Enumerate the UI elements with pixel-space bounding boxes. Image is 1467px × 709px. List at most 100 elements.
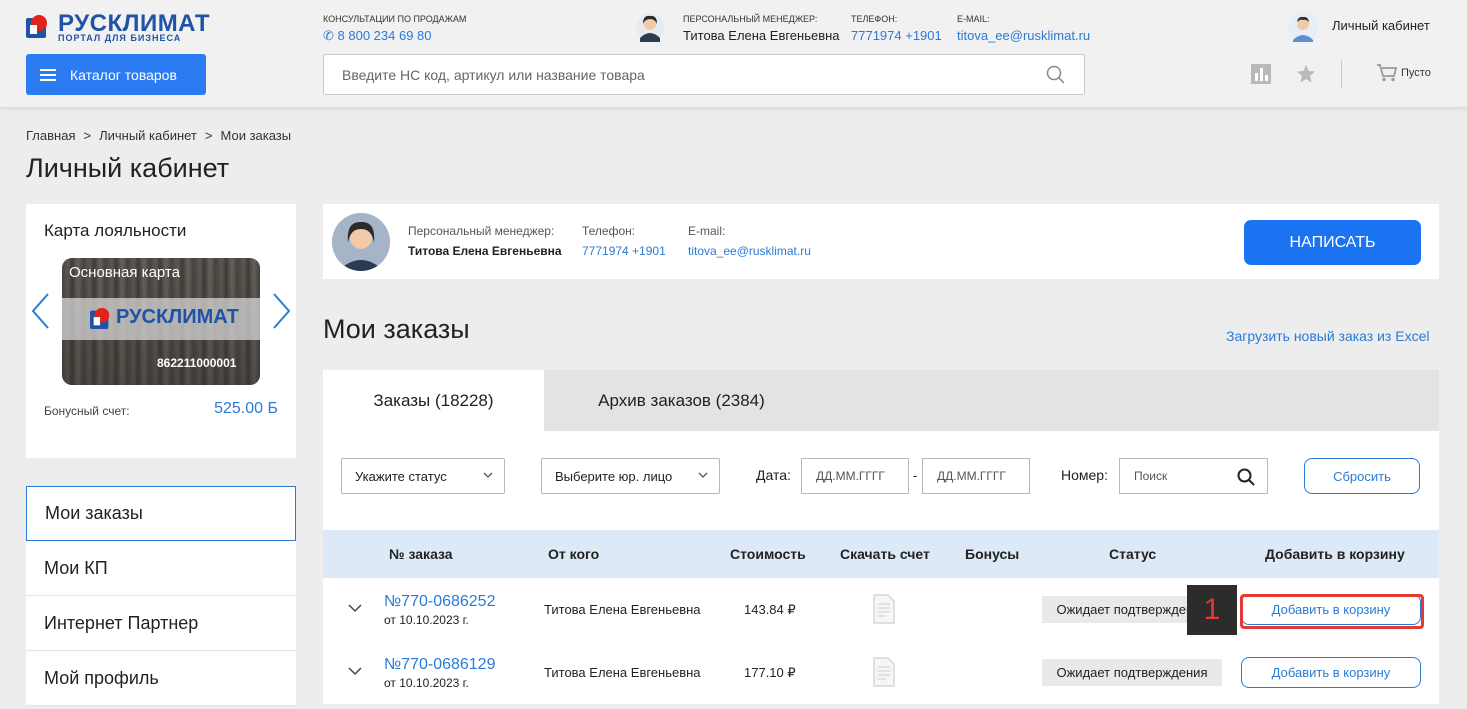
entity-select[interactable]: Выберите юр. лицо	[541, 458, 720, 494]
cart-icon[interactable]	[1377, 64, 1397, 82]
logo[interactable]: РУСКЛИМАТ ПОРТАЛ ДЛЯ БИЗНЕСА	[26, 12, 216, 44]
order-from: Титова Елена Евгеньевна	[544, 665, 701, 680]
chevron-down-icon	[483, 472, 493, 478]
orders-table-header: № заказа От кого Стоимость Скачать счет …	[323, 530, 1439, 578]
manager-label: ПЕРСОНАЛЬНЫЙ МЕНЕДЖЕР:	[683, 14, 818, 24]
orders-title: Мои заказы	[323, 314, 470, 344]
breadcrumb-account[interactable]: Личный кабинет	[99, 128, 197, 143]
tab-orders[interactable]: Заказы (18228)	[323, 370, 544, 431]
sidebar-item-my-profile[interactable]: Мой профиль	[26, 651, 296, 706]
breadcrumb-separator: >	[83, 128, 92, 143]
reset-button[interactable]: Сбросить	[1304, 458, 1420, 494]
phone-link[interactable]: 7771974 +1901	[851, 28, 942, 43]
page-title: Личный кабинет	[26, 153, 230, 183]
breadcrumb: Главная > Личный кабинет > Мои заказы	[26, 128, 291, 143]
logo-subtitle: ПОРТАЛ ДЛЯ БИЗНЕСА	[58, 33, 182, 43]
manager-avatar-icon	[636, 13, 664, 42]
catalog-label: Каталог товаров	[70, 66, 177, 83]
manager-photo-icon	[332, 213, 390, 271]
manager-panel: Персональный менеджер: Титова Елена Евге…	[323, 204, 1439, 279]
cart-label[interactable]: Пусто	[1401, 67, 1431, 79]
account-link[interactable]: Личный кабинет	[1332, 18, 1430, 33]
entity-select-value: Выберите юр. лицо	[555, 468, 673, 484]
chevron-down-icon[interactable]	[347, 663, 363, 679]
search-icon[interactable]	[1046, 65, 1066, 85]
col-order-number: № заказа	[389, 546, 453, 562]
invoice-document-icon[interactable]	[873, 594, 895, 624]
breadcrumb-separator: >	[204, 128, 213, 143]
number-search-placeholder: Поиск	[1134, 469, 1168, 483]
order-number-link[interactable]: №770-0686129	[384, 656, 495, 674]
col-add-to-cart: Добавить в корзину	[1265, 546, 1405, 562]
write-button[interactable]: НАПИСАТЬ	[1244, 220, 1421, 265]
status-badge: Ожидает подтверждения	[1042, 659, 1222, 686]
panel-phone-link[interactable]: 7771974 +1901	[582, 244, 666, 258]
breadcrumb-current: Мои заказы	[220, 128, 292, 143]
stats-icon[interactable]	[1251, 64, 1271, 84]
number-label: Номер:	[1061, 467, 1108, 483]
col-bonuses: Бонусы	[965, 546, 1020, 562]
search-icon[interactable]	[1237, 468, 1255, 486]
consult-phone-number: 8 800 234 69 80	[337, 28, 432, 43]
email-link[interactable]: titova_ee@rusklimat.ru	[957, 28, 1090, 43]
account-avatar-icon[interactable]	[1288, 12, 1318, 42]
consult-label: КОНСУЛЬТАЦИИ ПО ПРОДАЖАМ	[323, 14, 467, 24]
search-input[interactable]	[324, 55, 1024, 94]
date-label: Дата:	[756, 467, 791, 483]
chevron-down-icon[interactable]	[347, 600, 363, 616]
breadcrumb-home[interactable]: Главная	[26, 128, 75, 143]
chevron-left-icon[interactable]	[30, 292, 50, 330]
loyalty-card-panel: Карта лояльности Основная карта РУСКЛИМА…	[26, 204, 296, 458]
sidebar-item-internet-partner[interactable]: Интернет Партнер	[26, 596, 296, 651]
bonus-label: Бонусный счет:	[44, 404, 130, 418]
col-status: Статус	[1109, 546, 1157, 562]
order-cost: 143.84 ₽	[744, 602, 796, 617]
col-from: От кого	[548, 546, 600, 562]
chevron-down-icon	[698, 472, 708, 478]
order-date: от 10.10.2023 г.	[384, 613, 469, 627]
menu-icon	[40, 68, 56, 81]
col-invoice: Скачать счет	[840, 546, 930, 562]
order-from: Титова Елена Евгеньевна	[544, 602, 701, 617]
bonus-value: 525.00 Б	[214, 400, 278, 417]
manager-name: Титова Елена Евгеньевна	[683, 28, 840, 43]
panel-email-label: E-mail:	[688, 224, 726, 238]
site-header: РУСКЛИМАТ ПОРТАЛ ДЛЯ БИЗНЕСА Каталог тов…	[0, 0, 1467, 108]
date-to-input[interactable]: ДД.ММ.ГГГГ	[922, 458, 1030, 494]
header-divider	[1341, 60, 1342, 88]
phone-label: ТЕЛЕФОН:	[851, 14, 898, 24]
logo-mark-icon	[26, 15, 47, 38]
loyalty-card[interactable]: Основная карта РУСКЛИМАТ 862211000001	[62, 258, 260, 385]
order-number-link[interactable]: №770-0686252	[384, 593, 495, 611]
status-select[interactable]: Укажите статус	[341, 458, 505, 494]
catalog-button[interactable]: Каталог товаров	[26, 54, 206, 95]
card-title: Основная карта	[69, 264, 180, 281]
number-search-input[interactable]: Поиск	[1119, 458, 1268, 494]
date-from-input[interactable]: ДД.ММ.ГГГГ	[801, 458, 909, 494]
phone-icon: ✆	[323, 28, 334, 43]
invoice-document-icon[interactable]	[873, 657, 895, 687]
status-select-value: Укажите статус	[355, 468, 447, 484]
sidebar-menu: Мои заказы Мои КП Интернет Партнер Мой п…	[26, 486, 296, 706]
add-to-cart-button[interactable]: Добавить в корзину	[1241, 657, 1421, 688]
panel-email-link[interactable]: titova_ee@rusklimat.ru	[688, 244, 811, 258]
favorites-star-icon[interactable]	[1296, 64, 1316, 84]
annotation-badge: 1	[1187, 585, 1237, 635]
table-row: №770-0686129 от 10.10.2023 г. Титова Еле…	[323, 641, 1439, 704]
consult-phone[interactable]: ✆ 8 800 234 69 80	[323, 28, 432, 44]
email-label: E-MAIL:	[957, 14, 990, 24]
sidebar-item-my-orders[interactable]: Мои заказы	[26, 486, 296, 541]
order-cost: 177.10 ₽	[744, 665, 796, 680]
col-cost: Стоимость	[730, 546, 806, 562]
sidebar-item-my-kp[interactable]: Мои КП	[26, 541, 296, 596]
panel-manager-name: Титова Елена Евгеньевна	[408, 244, 562, 258]
panel-phone-label: Телефон:	[582, 224, 636, 238]
search-bar	[323, 54, 1085, 95]
tab-archive[interactable]: Архив заказов (2384)	[544, 370, 819, 431]
chevron-right-icon[interactable]	[272, 292, 292, 330]
excel-upload-link[interactable]: Загрузить новый заказ из Excel	[1226, 328, 1429, 344]
panel-manager-label: Персональный менеджер:	[408, 224, 555, 238]
order-date: от 10.10.2023 г.	[384, 676, 469, 690]
card-logo-icon	[90, 307, 110, 329]
orders-tabs: Заказы (18228) Архив заказов (2384)	[323, 370, 1439, 431]
